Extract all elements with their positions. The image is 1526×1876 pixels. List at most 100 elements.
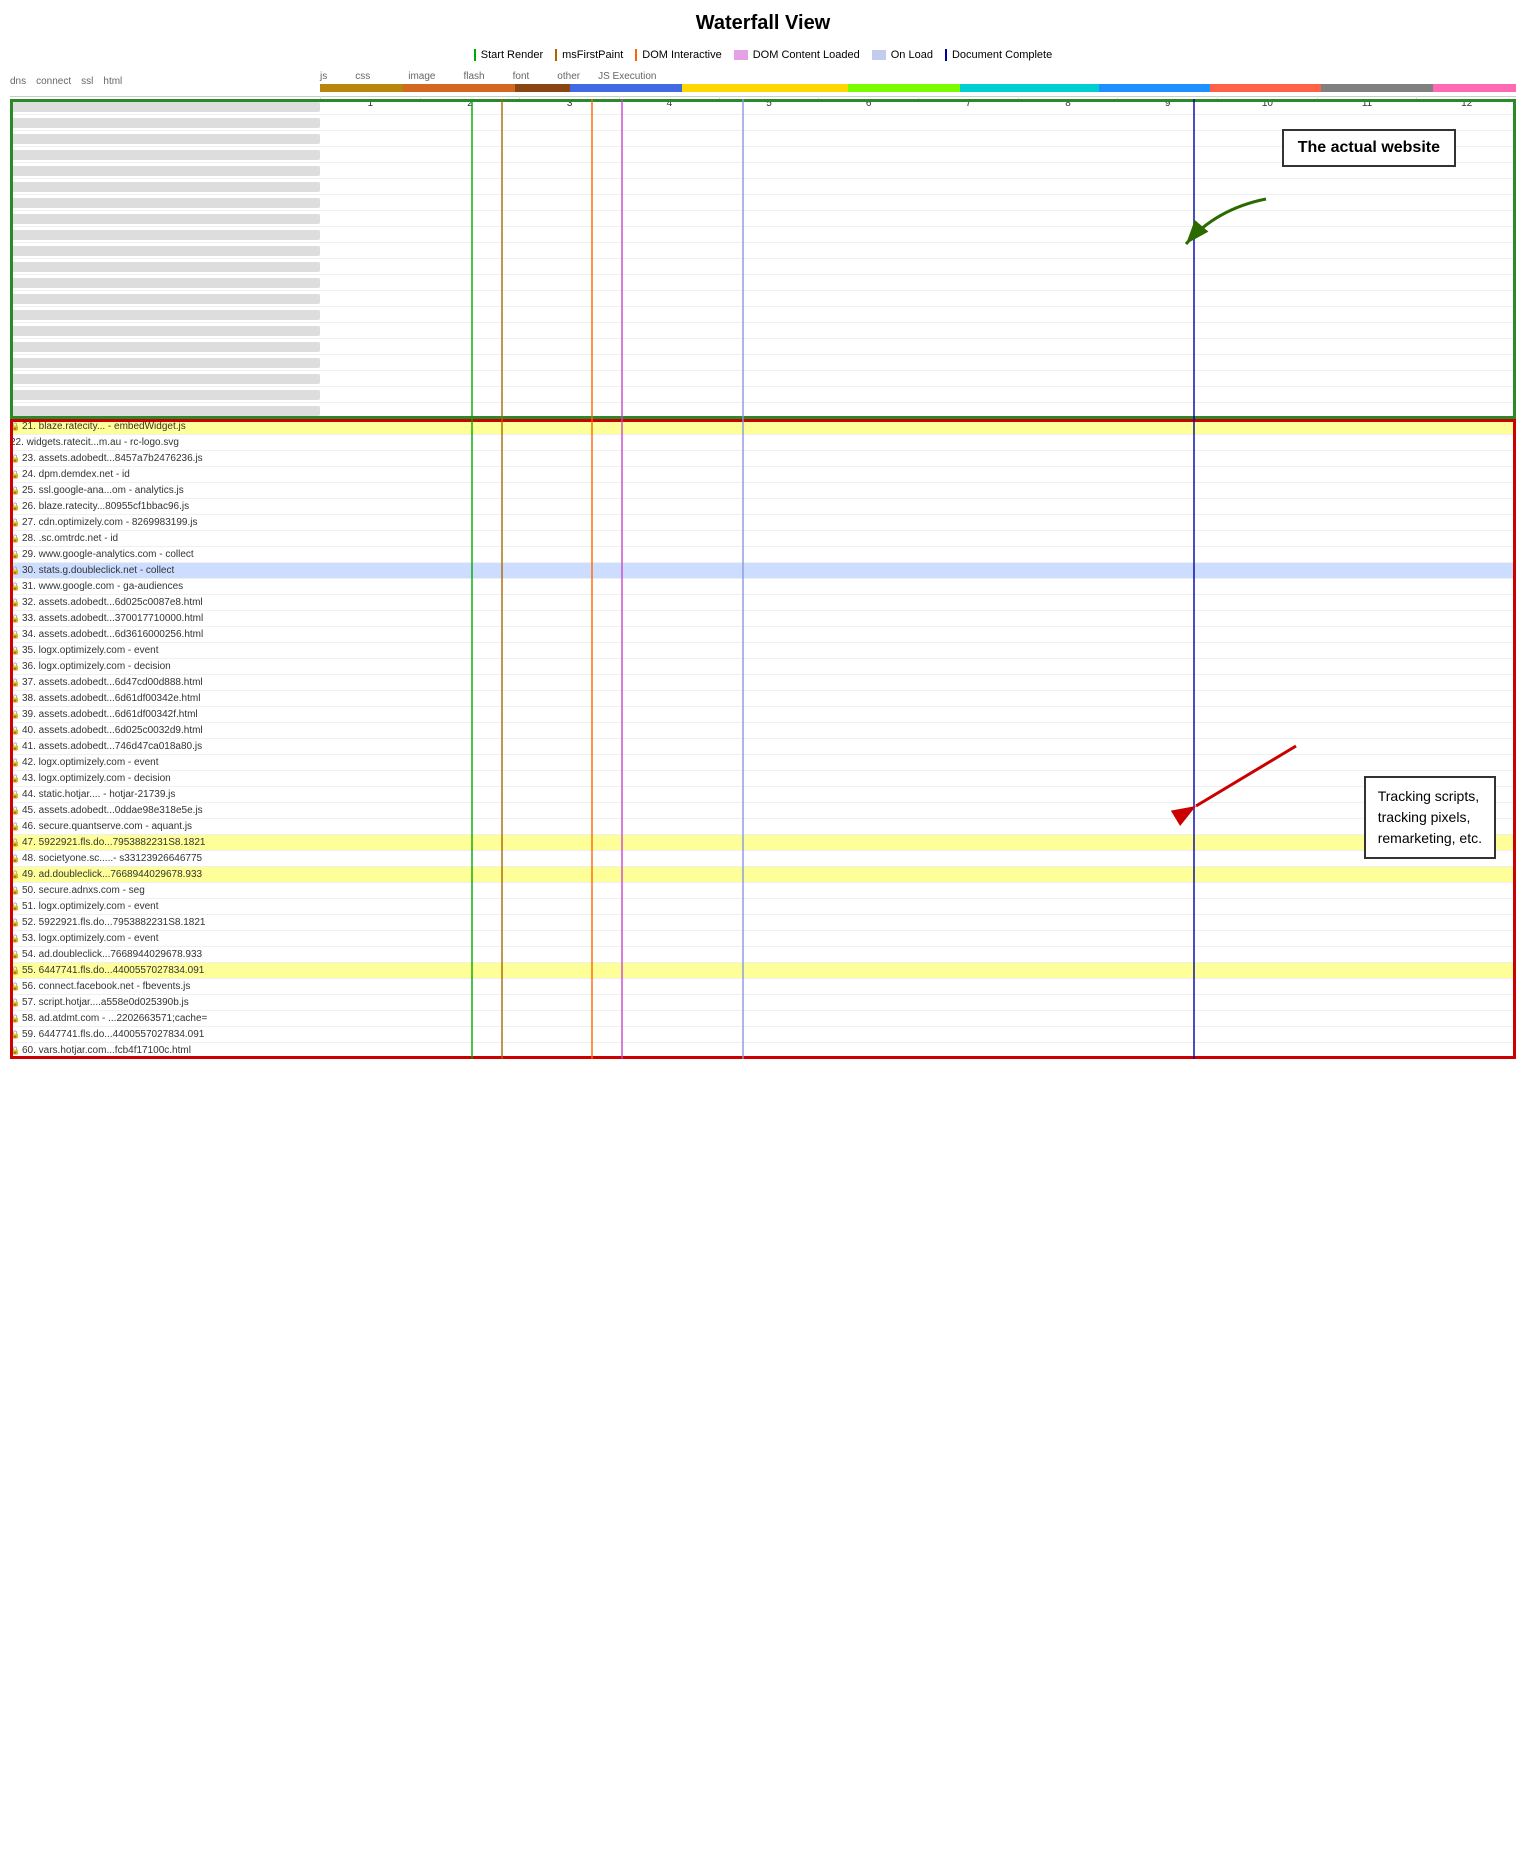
html-label: html — [103, 76, 122, 87]
table-row: 959 ms — [10, 227, 1516, 243]
row-url-58: 🔒58. ad.atdmt.com - ...2202663571;cache= — [10, 1013, 320, 1024]
row-timing-10: 1124 ms — [324, 243, 1516, 259]
table-row: 🔒32. assets.adobedt...6d025c0087e8.html1… — [10, 595, 1516, 611]
row-url-27: 🔒27. cdn.optimizely.com - 8269983199.js — [10, 517, 320, 528]
ssl-color — [515, 84, 571, 92]
ssl-label: ssl — [81, 76, 93, 87]
row-timing-30: 346 ms (302) — [320, 563, 1516, 579]
row-url-51: 🔒51. logx.optimizely.com - event — [10, 901, 320, 912]
actual-website-arrow — [1166, 189, 1286, 249]
row-timing-53: 130 ms — [320, 931, 1516, 947]
table-row: 22. widgets.ratecit...m.au - rc-logo.svg… — [10, 435, 1516, 451]
row-timing-55: 150 ms (302) — [320, 963, 1516, 979]
row-timing-57: 560 ms — [320, 995, 1516, 1011]
row-url-52: 🔒52. 5922921.fls.do...7953882231S8.1821 — [10, 917, 320, 928]
row-timing-32: 101 ms — [320, 595, 1516, 611]
row-timing-20: 581 ms — [324, 403, 1516, 419]
page-title: Waterfall View — [0, 0, 1526, 43]
row-url-21: 🔒21. blaze.ratecity... - embedWidget.js — [10, 421, 320, 432]
row-timing-40: 343 ms — [320, 723, 1516, 739]
row-url-39: 🔒39. assets.adobedt...6d61df00342f.html — [10, 709, 320, 720]
flash-color — [1099, 84, 1210, 92]
row-url-32: 🔒32. assets.adobedt...6d025c0087e8.html — [10, 597, 320, 608]
row-timing-50: 460 ms — [320, 883, 1516, 899]
table-row: 🔒46. secure.quantserve.com - aquant.js46… — [10, 819, 1516, 835]
table-row: 🔒55. 6447741.fls.do...4400557027834.0911… — [10, 963, 1516, 979]
table-row: 917 ms — [10, 323, 1516, 339]
row-timing-15: 917 ms — [324, 323, 1516, 339]
row-url-59: 🔒59. 6447741.fls.do...4400557027834.091 — [10, 1029, 320, 1040]
table-row: 🔒57. script.hotjar....a558e0d025390b.js5… — [10, 995, 1516, 1011]
row-url-45: 🔒45. assets.adobedt...0ddae98e318e5e.js — [10, 805, 320, 816]
row-url-6 — [10, 182, 320, 192]
row-timing-33: 359 ms — [320, 611, 1516, 627]
row-url-9 — [10, 230, 320, 240]
row-url-24: 🔒24. dpm.demdex.net - id — [10, 469, 320, 480]
other-color — [1321, 84, 1432, 92]
row-url-15 — [10, 326, 320, 336]
row-timing-60: 404 ms — [320, 1043, 1516, 1059]
legend: Start Render msFirstPaint DOM Interactiv… — [0, 43, 1526, 71]
row-timing-36: 370 ms — [320, 659, 1516, 675]
row-url-53: 🔒53. logx.optimizely.com - event — [10, 933, 320, 944]
legend-dom-content-loaded: DOM Content Loaded — [734, 49, 860, 61]
row-url-56: 🔒56. connect.facebook.net - fbevents.js — [10, 981, 320, 992]
row-url-16 — [10, 342, 320, 352]
row-timing-28: 354 ms — [320, 531, 1516, 547]
table-row: 979 ms — [10, 179, 1516, 195]
table-row: 🔒47. 5922921.fls.do...7953882231S8.18213… — [10, 835, 1516, 851]
row-url-1 — [10, 102, 320, 112]
row-timing-38: 309 ms — [320, 691, 1516, 707]
table-row: 959 ms — [10, 339, 1516, 355]
row-timing-1: 1301 ms — [324, 99, 1516, 115]
row-url-57: 🔒57. script.hotjar....a558e0d025390b.js — [10, 997, 320, 1008]
row-url-25: 🔒25. ssl.google-ana...om - analytics.js — [10, 485, 320, 496]
row-timing-29: 291 ms — [320, 547, 1516, 563]
table-row: 🔒39. assets.adobedt...6d61df00342f.html3… — [10, 707, 1516, 723]
row-url-4 — [10, 150, 320, 160]
row-url-46: 🔒46. secure.quantserve.com - aquant.js — [10, 821, 320, 832]
legend-on-load: On Load — [872, 49, 933, 61]
row-timing-26: 90 ms — [320, 499, 1516, 515]
table-row: 968 ms — [10, 195, 1516, 211]
resource-color-bar — [320, 84, 1516, 92]
row-url-50: 🔒50. secure.adnxs.com - seg — [10, 885, 320, 896]
row-timing-21: 1321 ms (317) — [320, 419, 1516, 435]
rows-container: The actual website Tracking scripts,trac… — [10, 99, 1516, 1059]
row-url-10 — [10, 246, 320, 256]
table-row: 🔒53. logx.optimizely.com - event130 ms — [10, 931, 1516, 947]
table-row: 🔒49. ad.doubleclick...7668944029678.9331… — [10, 867, 1516, 883]
row-timing-24: 352 ms — [320, 467, 1516, 483]
row-url-49: 🔒49. ad.doubleclick...7668944029678.933 — [10, 869, 320, 880]
js-label: js — [320, 71, 327, 82]
row-url-43: 🔒43. logx.optimizely.com - decision — [10, 773, 320, 784]
row-timing-6: 979 ms — [324, 179, 1516, 195]
table-row: 🔒34. assets.adobedt...6d3616000256.html1… — [10, 627, 1516, 643]
table-row: 🔒33. assets.adobedt...370017710000.html3… — [10, 611, 1516, 627]
row-timing-44: 486 ms — [320, 787, 1516, 803]
row-url-3 — [10, 134, 320, 144]
table-row: 🔒31. www.google.com - ga-audiences322 ms — [10, 579, 1516, 595]
table-row: 1169 ms — [10, 307, 1516, 323]
row-url-29: 🔒29. www.google-analytics.com - collect — [10, 549, 320, 560]
row-timing-43: 114 ms — [320, 771, 1516, 787]
table-row: 🔒29. www.google-analytics.com - collect2… — [10, 547, 1516, 563]
legend-dom-interactive: DOM Interactive — [635, 49, 721, 61]
table-row: 🔒51. logx.optimizely.com - event117 ms — [10, 899, 1516, 915]
row-timing-11: 1162 ms — [324, 259, 1516, 275]
row-url-20 — [10, 406, 320, 416]
row-timing-59: 134 ms — [320, 1027, 1516, 1043]
row-timing-47: 337 ms (302) — [320, 835, 1516, 851]
row-timing-46: 468 ms — [320, 819, 1516, 835]
row-url-42: 🔒42. logx.optimizely.com - event — [10, 757, 320, 768]
table-row: 🔒56. connect.facebook.net - fbevents.js8… — [10, 979, 1516, 995]
table-row: 🔒58. ad.atdmt.com - ...2202663571;cache=… — [10, 1011, 1516, 1027]
table-row: 1175 ms — [10, 291, 1516, 307]
row-timing-35: 526 ms — [320, 643, 1516, 659]
row-url-22: 22. widgets.ratecit...m.au - rc-logo.svg — [10, 437, 320, 448]
connect-label: connect — [36, 76, 71, 87]
row-timing-51: 117 ms — [320, 899, 1516, 915]
row-url-26: 🔒26. blaze.ratecity...80955cf1bbac96.js — [10, 501, 320, 512]
row-timing-8: 966 ms — [324, 211, 1516, 227]
table-row: 🔒25. ssl.google-ana...om - analytics.js4… — [10, 483, 1516, 499]
